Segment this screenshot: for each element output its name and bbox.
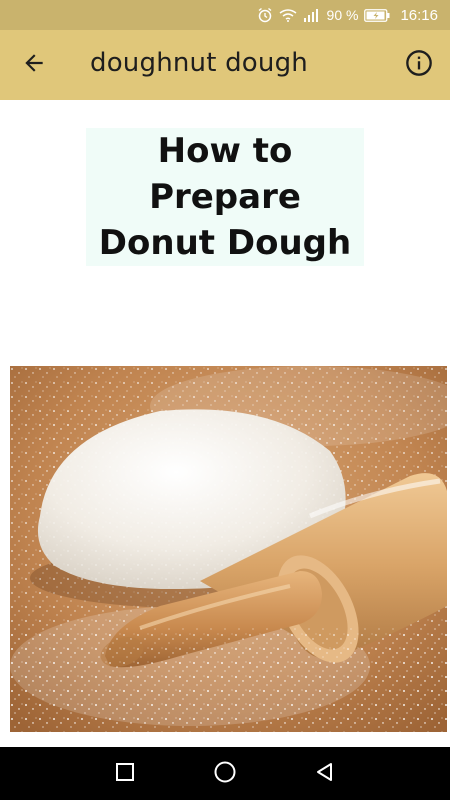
dough-photo bbox=[10, 366, 447, 732]
toolbar-title: doughnut dough bbox=[90, 48, 308, 78]
recent-apps-icon bbox=[114, 761, 136, 788]
dough-illustration bbox=[10, 366, 447, 732]
alarm-icon bbox=[257, 7, 273, 23]
navigation-bar bbox=[0, 747, 450, 800]
heading-highlight: How to Prepare Donut Dough bbox=[86, 128, 364, 266]
app-bar: doughnut dough bbox=[0, 30, 450, 100]
battery-icon bbox=[364, 8, 390, 22]
back-icon bbox=[314, 761, 336, 788]
home-button[interactable] bbox=[208, 757, 242, 791]
heading-line-1: How to Prepare bbox=[149, 131, 301, 217]
signal-icon bbox=[303, 8, 321, 22]
battery-percent: 90 % bbox=[326, 7, 359, 23]
heading-line-2: Donut Dough bbox=[98, 223, 352, 263]
arrow-back-icon bbox=[21, 50, 47, 81]
status-time: 16:16 bbox=[400, 6, 438, 24]
info-icon bbox=[405, 49, 433, 82]
home-icon bbox=[213, 760, 237, 789]
wifi-icon bbox=[279, 8, 297, 22]
back-button[interactable] bbox=[18, 49, 50, 81]
recent-apps-button[interactable] bbox=[108, 757, 142, 791]
nav-back-button[interactable] bbox=[308, 757, 342, 791]
status-bar: 90 % 16:16 bbox=[0, 0, 450, 30]
app-screen: 90 % 16:16 doughnut dough How to Prepare… bbox=[0, 0, 450, 800]
article-heading: How to Prepare Donut Dough bbox=[0, 128, 450, 266]
info-button[interactable] bbox=[404, 49, 434, 82]
